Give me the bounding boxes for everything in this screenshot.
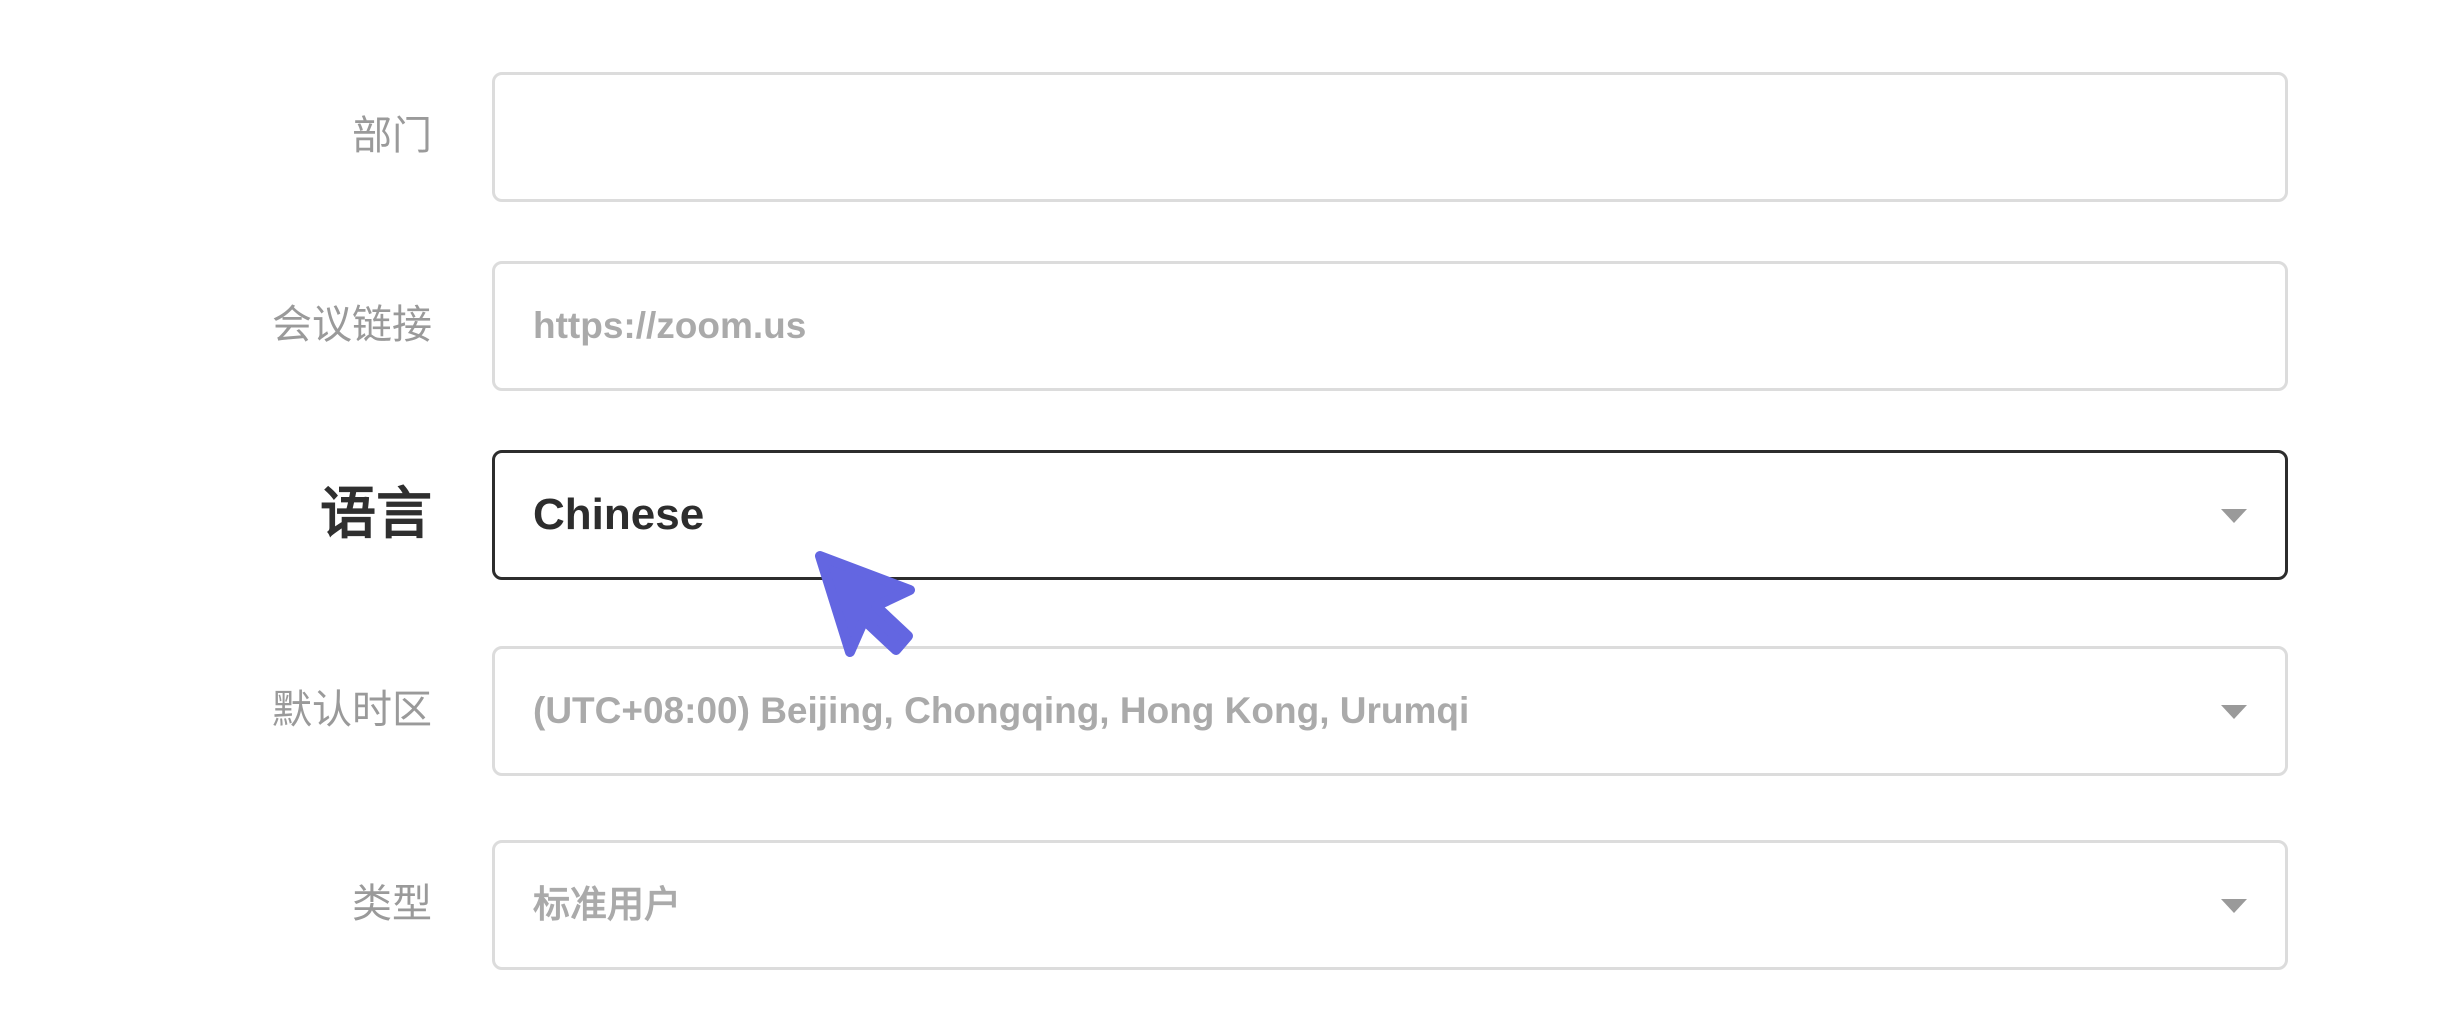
meeting-link-placeholder: https://zoom.us <box>533 305 807 346</box>
chevron-down-icon <box>2221 509 2247 523</box>
timezone-label: 默认时区 <box>272 688 432 732</box>
chevron-down-icon <box>2221 705 2247 719</box>
form-row-language: 语言 Chinese <box>0 450 2438 580</box>
mouse-pointer-icon <box>815 551 915 657</box>
timezone-select[interactable]: (UTC+08:00) Beijing, Chongqing, Hong Kon… <box>492 646 2288 776</box>
form-row-timezone: 默认时区 (UTC+08:00) Beijing, Chongqing, Hon… <box>0 646 2438 776</box>
language-label: 语言 <box>320 482 432 545</box>
meeting-link-input[interactable]: https://zoom.us <box>492 261 2288 391</box>
meeting-link-label: 会议链接 <box>272 303 432 347</box>
form-row-type: 类型 标准用户 <box>0 840 2438 970</box>
chevron-down-icon <box>2221 899 2247 913</box>
type-label: 类型 <box>352 882 432 926</box>
department-label: 部门 <box>352 114 432 158</box>
timezone-select-value: (UTC+08:00) Beijing, Chongqing, Hong Kon… <box>533 690 1470 731</box>
type-select[interactable]: 标准用户 <box>492 840 2288 970</box>
type-select-value: 标准用户 <box>533 884 681 925</box>
language-select-value: Chinese <box>533 490 705 539</box>
department-input[interactable] <box>492 72 2288 202</box>
language-select[interactable]: Chinese <box>492 450 2288 580</box>
form-row-department: 部门 <box>0 72 2438 202</box>
form-row-meeting-link: 会议链接 https://zoom.us <box>0 261 2438 391</box>
